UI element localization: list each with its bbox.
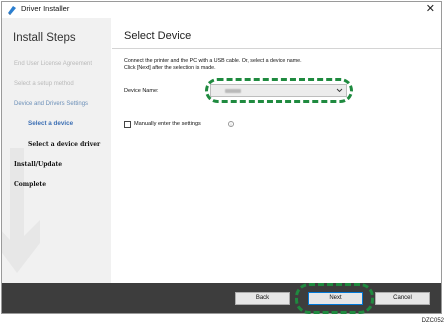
installer-window: Driver Installer ✕ Install Steps End Use…: [1, 1, 442, 314]
cancel-button[interactable]: Cancel: [375, 292, 430, 305]
manual-settings-checkbox[interactable]: [124, 121, 131, 128]
figure-code: DZC052: [421, 318, 444, 324]
step-complete: Complete: [14, 181, 47, 188]
step-license: End User License Agreement: [14, 61, 93, 67]
instructions: Connect the printer and the PC with a US…: [124, 58, 302, 72]
app-icon: [8, 6, 16, 15]
step-install-update: Install/Update: [14, 161, 63, 168]
title-bar: Driver Installer ✕: [2, 2, 441, 18]
install-steps-sidebar: Install Steps End User License Agreement…: [2, 18, 111, 283]
step-setup-method: Select a setup method: [14, 81, 74, 87]
device-name-label: Device Name:: [124, 88, 159, 94]
window-title: Driver Installer: [21, 4, 70, 13]
title-divider: [112, 48, 441, 49]
step-select-device: Select a device: [28, 120, 74, 127]
manual-settings-label[interactable]: Manually enter the settings: [134, 121, 201, 127]
button-bar: Back Next Cancel: [2, 283, 441, 313]
sidebar-heading: Install Steps: [13, 32, 76, 44]
instruction-line-2: Click [Next] after the selection is made…: [124, 65, 216, 71]
page-title: Select Device: [124, 30, 192, 42]
main-panel: Select Device Connect the printer and th…: [112, 18, 441, 283]
back-button[interactable]: Back: [235, 292, 290, 305]
info-icon[interactable]: i: [228, 121, 234, 127]
close-icon[interactable]: ✕: [426, 3, 435, 15]
step-select-driver: Select a device driver: [28, 141, 101, 148]
highlight-device-select: [205, 78, 353, 103]
watermark-arrow-icon: [2, 148, 40, 273]
step-device-drivers-settings: Device and Drivers Settings: [14, 101, 89, 107]
instruction-line-1: Connect the printer and the PC with a US…: [124, 58, 302, 64]
highlight-next-button: [295, 283, 374, 314]
